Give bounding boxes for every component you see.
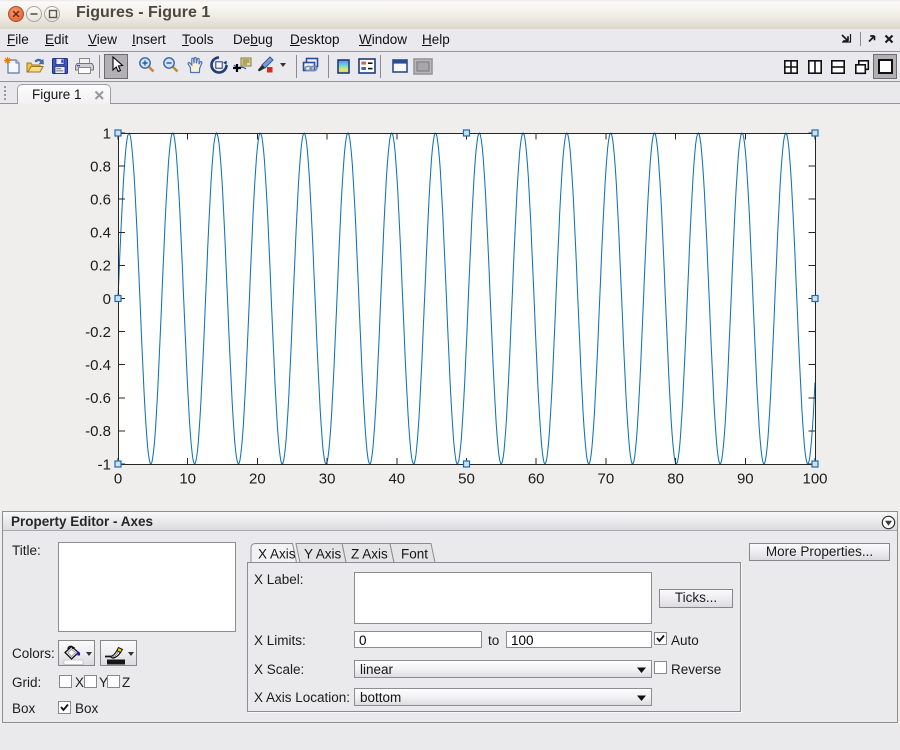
svg-text:50: 50: [458, 471, 475, 488]
svg-text:0.2: 0.2: [90, 258, 111, 275]
svg-text:90: 90: [737, 471, 754, 488]
svg-text:Z Axis: Z Axis: [351, 547, 388, 562]
svg-text:-0.2: -0.2: [85, 324, 111, 341]
svg-text:40: 40: [388, 471, 405, 488]
svg-text:0.4: 0.4: [90, 225, 111, 242]
svg-text:0: 0: [103, 291, 111, 308]
svg-text:60: 60: [528, 471, 545, 488]
svg-text:70: 70: [598, 471, 615, 488]
svg-text:X Axis: X Axis: [258, 547, 296, 562]
svg-text:0.8: 0.8: [90, 158, 111, 175]
svg-text:80: 80: [667, 471, 684, 488]
svg-text:10: 10: [179, 471, 196, 488]
svg-text:100: 100: [802, 471, 827, 488]
svg-text:Y Axis: Y Axis: [304, 547, 342, 562]
svg-text:0: 0: [114, 471, 122, 488]
svg-text:-0.6: -0.6: [85, 390, 111, 407]
svg-text:30: 30: [319, 471, 336, 488]
svg-text:1: 1: [103, 125, 111, 142]
svg-text:Font: Font: [401, 547, 428, 562]
svg-text:-0.4: -0.4: [85, 357, 111, 374]
svg-text:0.6: 0.6: [90, 192, 111, 209]
svg-text:20: 20: [249, 471, 266, 488]
svg-text:-1: -1: [98, 456, 111, 473]
svg-text:-0.8: -0.8: [85, 423, 111, 440]
